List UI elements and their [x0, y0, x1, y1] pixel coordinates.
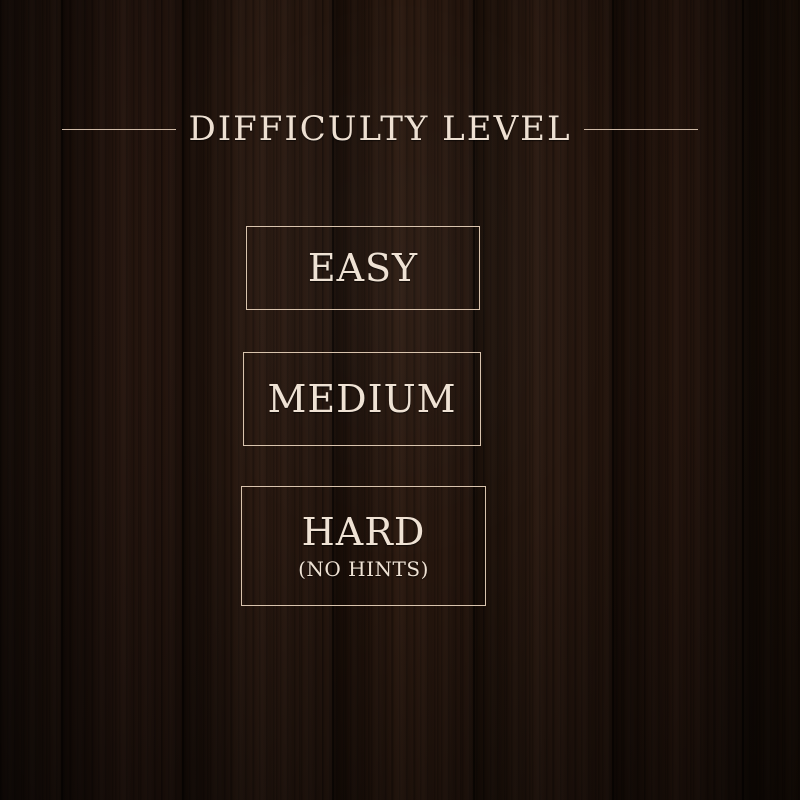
hard-button-sublabel: (NO HINTS) [298, 557, 429, 581]
title-row: DIFFICULTY LEVEL [62, 108, 698, 150]
easy-button[interactable]: EASY [246, 226, 480, 310]
plank-seam [742, 0, 744, 800]
medium-button[interactable]: MEDIUM [243, 352, 481, 446]
hard-button[interactable]: HARD (NO HINTS) [241, 486, 486, 606]
medium-button-label: MEDIUM [267, 377, 457, 421]
title-divider-right [584, 128, 698, 130]
hard-button-label: HARD [301, 510, 426, 554]
page-title: DIFFICULTY LEVEL [188, 109, 572, 149]
title-divider-left [62, 128, 176, 130]
easy-button-label: EASY [307, 246, 419, 290]
